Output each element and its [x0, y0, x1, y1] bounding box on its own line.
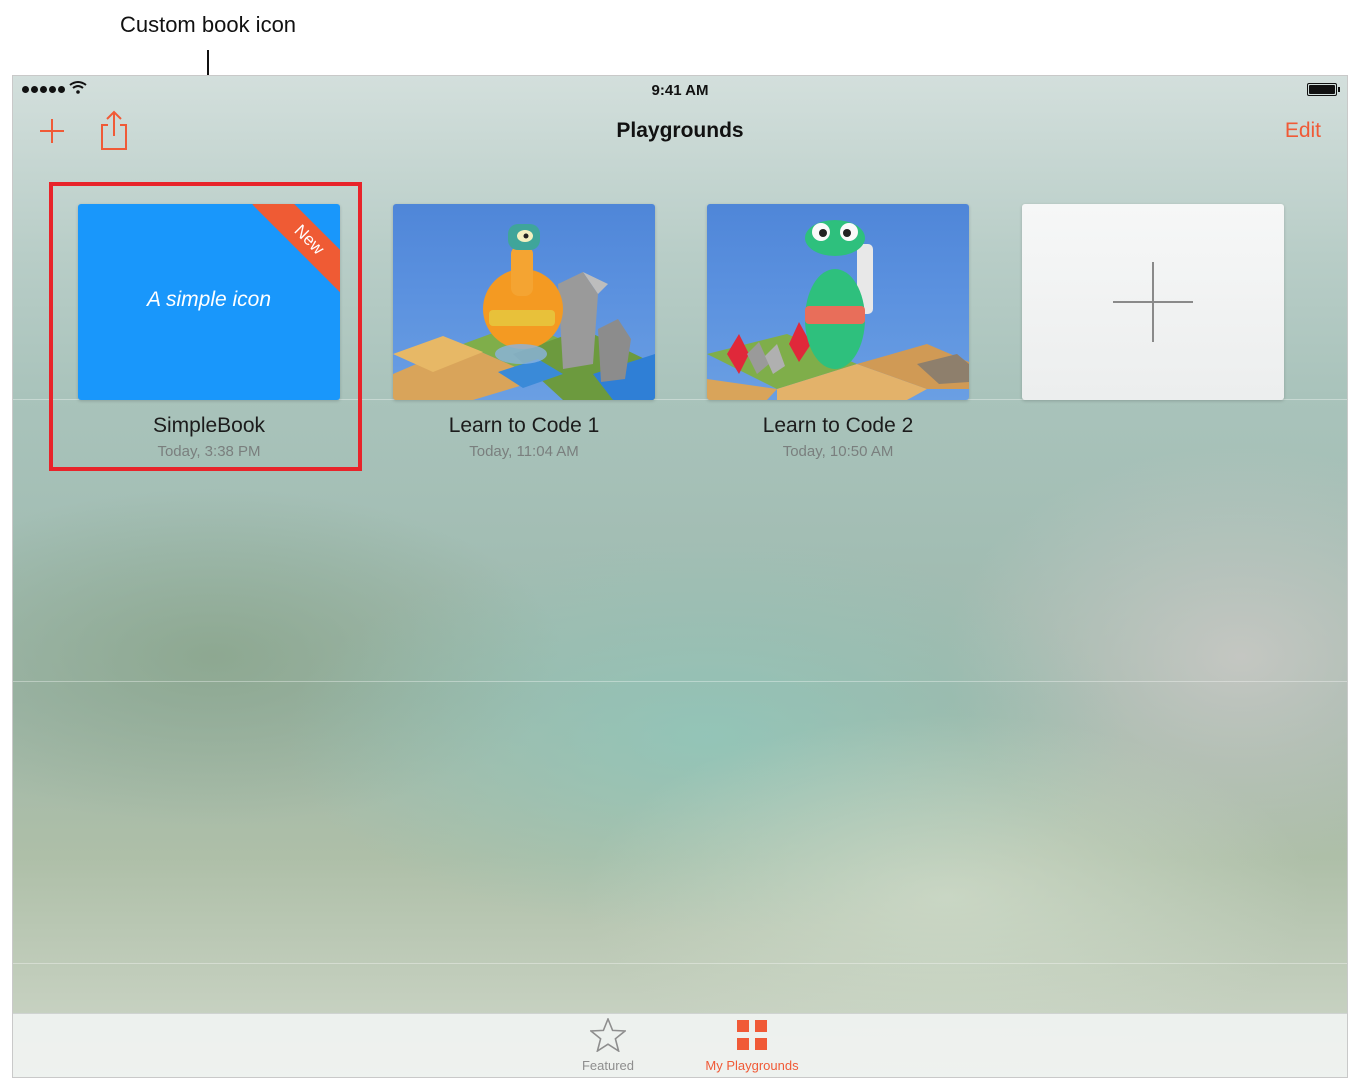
book-learn-to-code-2[interactable]: Learn to Code 2 Today, 10:50 AM [707, 204, 969, 460]
add-tile-cover [1022, 204, 1284, 400]
grid-icon [737, 1020, 767, 1050]
highlight-box [49, 182, 362, 471]
book-date: Today, 11:04 AM [469, 443, 579, 460]
book-cover [707, 204, 969, 400]
callout-label: Custom book icon [119, 12, 297, 37]
shelf-divider [13, 681, 1347, 682]
shelf-divider [13, 963, 1347, 964]
book-title: Learn to Code 2 [762, 414, 914, 437]
byte-character-illustration [393, 224, 655, 400]
page-title: Playgrounds [616, 119, 744, 142]
star-icon [590, 1018, 626, 1052]
battery-icon [1307, 83, 1340, 96]
tab-featured[interactable]: Featured [538, 1018, 678, 1073]
status-time: 9:41 AM [651, 82, 709, 99]
add-playground-tile[interactable] [1022, 204, 1284, 400]
tab-label: Featured [581, 1058, 635, 1073]
share-icon[interactable] [99, 110, 129, 150]
tab-label: My Playgrounds [705, 1058, 799, 1073]
blu-character-illustration [707, 220, 969, 400]
add-icon[interactable] [37, 116, 67, 146]
status-bar: 9:41 AM [13, 76, 1347, 104]
book-title: Learn to Code 1 [448, 414, 600, 437]
edit-button[interactable]: Edit [1285, 119, 1321, 143]
book-cover [393, 204, 655, 400]
book-learn-to-code-1[interactable]: Learn to Code 1 Today, 11:04 AM [393, 204, 655, 460]
plus-icon [1113, 262, 1193, 342]
nav-bar: Playgrounds Edit [13, 104, 1347, 160]
tab-bar: Featured My Playgrounds [13, 1013, 1347, 1077]
book-date: Today, 10:50 AM [782, 443, 894, 460]
tab-my-playgrounds[interactable]: My Playgrounds [682, 1018, 822, 1073]
